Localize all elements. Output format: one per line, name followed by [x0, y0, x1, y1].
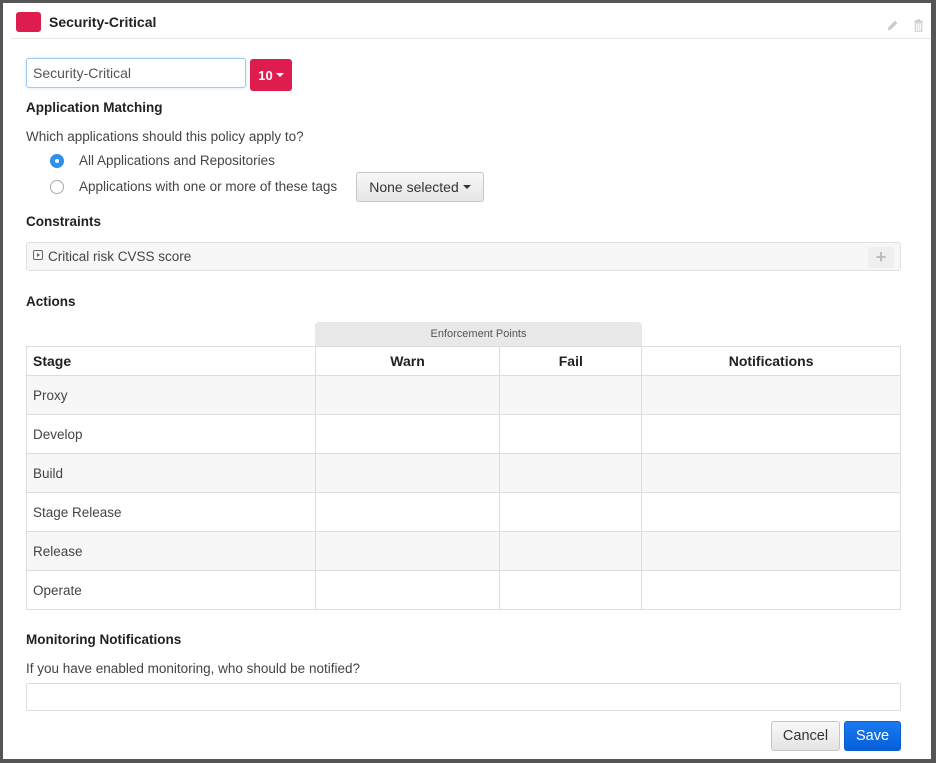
radio-all-applications[interactable]: All Applications and Repositories	[50, 153, 275, 168]
tags-dropdown[interactable]: None selected	[356, 172, 484, 202]
actions-title: Actions	[26, 294, 76, 309]
warn-cell[interactable]	[314, 531, 501, 571]
policy-name-input[interactable]	[26, 58, 246, 88]
warn-cell[interactable]	[314, 492, 501, 532]
warn-cell[interactable]	[314, 414, 501, 454]
radio-label: Applications with one or more of these t…	[79, 179, 338, 194]
policy-editor-panel: Security-Critical 10 Application Matchin…	[3, 3, 931, 759]
actions-table: Stage Warn Fail Notifications Proxy Deve…	[26, 346, 901, 610]
warn-cell[interactable]	[314, 570, 501, 610]
table-row: Operate	[26, 570, 901, 610]
warn-cell[interactable]	[314, 453, 501, 493]
fail-cell[interactable]	[499, 531, 643, 571]
notifications-cell[interactable]	[641, 531, 901, 571]
policy-color-swatch	[16, 12, 41, 32]
stage-cell: Stage Release	[26, 492, 316, 532]
table-row: Proxy	[26, 375, 901, 415]
constraint-label[interactable]: Critical risk CVSS score	[48, 249, 191, 264]
pencil-icon[interactable]	[879, 15, 905, 35]
caret-down-icon	[275, 73, 284, 77]
table-row: Build	[26, 453, 901, 493]
fail-cell[interactable]	[499, 453, 643, 493]
stage-cell: Operate	[26, 570, 316, 610]
radio-tagged-applications[interactable]: Applications with one or more of these t…	[50, 179, 337, 194]
column-header-fail: Fail	[499, 346, 643, 376]
radio-button-unchecked[interactable]	[50, 179, 64, 194]
fail-cell[interactable]	[499, 492, 643, 532]
threat-level-value: 10	[258, 67, 273, 83]
notifications-cell[interactable]	[641, 414, 901, 454]
table-row: Develop	[26, 414, 901, 454]
notifications-cell[interactable]	[641, 492, 901, 532]
notifications-cell[interactable]	[641, 570, 901, 610]
radio-button-checked[interactable]	[50, 153, 64, 168]
expand-icon[interactable]	[33, 250, 43, 260]
fail-cell[interactable]	[499, 414, 643, 454]
table-row: Stage Release	[26, 492, 901, 532]
trash-icon[interactable]	[905, 15, 931, 35]
save-button[interactable]: Save	[844, 721, 901, 751]
notifications-cell[interactable]	[641, 375, 901, 415]
fail-cell[interactable]	[499, 375, 643, 415]
application-matching-question: Which applications should this policy ap…	[26, 129, 304, 144]
constraint-item[interactable]: Critical risk CVSS score +	[26, 242, 901, 271]
threat-level-dropdown[interactable]: 10	[250, 59, 292, 91]
caret-down-icon	[462, 185, 471, 189]
notifications-cell[interactable]	[641, 453, 901, 493]
tags-dropdown-value: None selected	[369, 179, 459, 195]
monitoring-question: If you have enabled monitoring, who shou…	[26, 661, 360, 676]
cancel-button[interactable]: Cancel	[771, 721, 840, 751]
table-row: Release	[26, 531, 901, 571]
policy-header: Security-Critical	[11, 3, 931, 39]
plus-icon[interactable]: +	[868, 247, 894, 268]
enforcement-points-header: Enforcement Points	[315, 322, 642, 346]
stage-cell: Develop	[26, 414, 316, 454]
warn-cell[interactable]	[314, 375, 501, 415]
monitoring-recipients-input[interactable]	[26, 683, 901, 711]
column-header-warn: Warn	[314, 346, 501, 376]
policy-title: Security-Critical	[49, 14, 157, 30]
application-matching-title: Application Matching	[26, 100, 163, 115]
fail-cell[interactable]	[499, 570, 643, 610]
stage-cell: Build	[26, 453, 316, 493]
column-header-stage: Stage	[26, 346, 316, 376]
radio-label: All Applications and Repositories	[79, 153, 275, 168]
column-header-notifications: Notifications	[641, 346, 901, 376]
stage-cell: Release	[26, 531, 316, 571]
stage-cell: Proxy	[26, 375, 316, 415]
monitoring-title: Monitoring Notifications	[26, 632, 182, 647]
constraints-title: Constraints	[26, 214, 102, 229]
